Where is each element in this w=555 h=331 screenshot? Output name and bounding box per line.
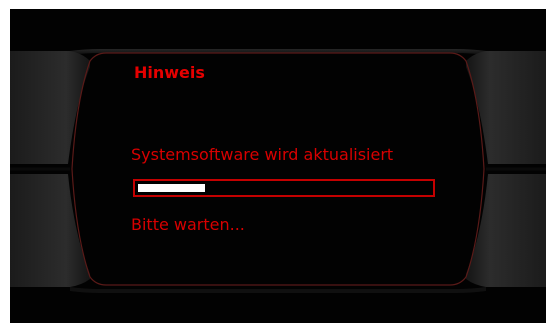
bottom-frame-edge [70,287,486,293]
dialog-title: Hinweis [134,63,205,82]
mmi-display: Hinweis Systemsoftware wird aktualisiert… [0,0,555,331]
wait-message: Bitte warten... [131,215,245,234]
content-frame-outline [71,52,485,286]
top-frame-edge [70,49,486,55]
update-message: Systemsoftware wird aktualisiert [131,145,394,164]
display-screen: Hinweis Systemsoftware wird aktualisiert… [10,9,546,323]
display-bezel [10,49,546,293]
update-progress-fill [138,184,205,192]
update-progress-bar [133,179,435,197]
